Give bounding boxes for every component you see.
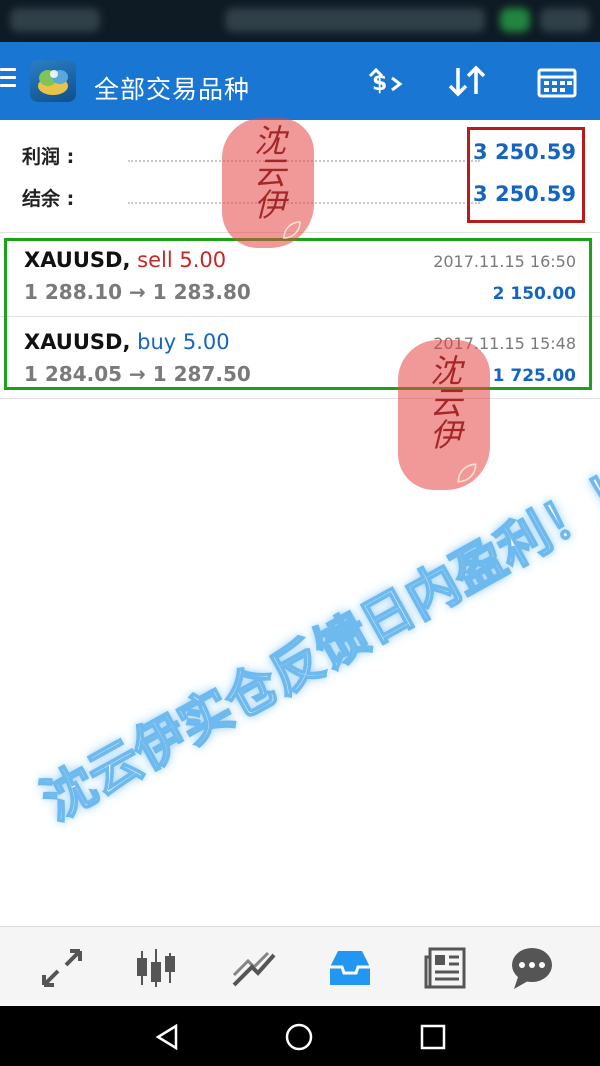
page-title[interactable]: 全部交易品种 [94,70,250,106]
recents-icon[interactable] [418,1022,448,1056]
chat-icon[interactable] [508,945,556,991]
profit-label: 利润 : [22,146,75,168]
leaf-icon [283,221,301,239]
quotes-icon[interactable] [38,945,86,991]
sort-icon[interactable] [446,62,490,106]
app-bar: 全部交易品种 $ [0,42,600,120]
system-nav-bar [0,1006,600,1066]
news-icon[interactable] [422,945,470,991]
list-end-divider [0,398,600,399]
history-icon[interactable] [326,945,374,991]
balance-label: 结余 : [22,188,75,210]
app-logo[interactable] [30,60,76,102]
leaf-icon [457,463,477,483]
seal-stamp: 沈云伊 [398,340,490,490]
chart-icon[interactable] [134,945,182,991]
home-icon[interactable] [284,1022,314,1056]
sort-by-value-icon[interactable]: $ [366,62,406,106]
trade-icon[interactable] [230,945,278,991]
watermark-text: 沈云伊实仓反馈日内盈利！！ [31,451,600,833]
trades-highlight-box [4,238,592,390]
back-icon[interactable] [152,1022,182,1056]
status-bar [0,0,600,42]
calendar-icon[interactable] [536,62,578,106]
bottom-nav [0,926,600,1007]
seal-stamp: 沈云伊 [222,118,314,248]
summary-highlight-box [467,127,585,223]
menu-icon[interactable] [0,68,18,90]
